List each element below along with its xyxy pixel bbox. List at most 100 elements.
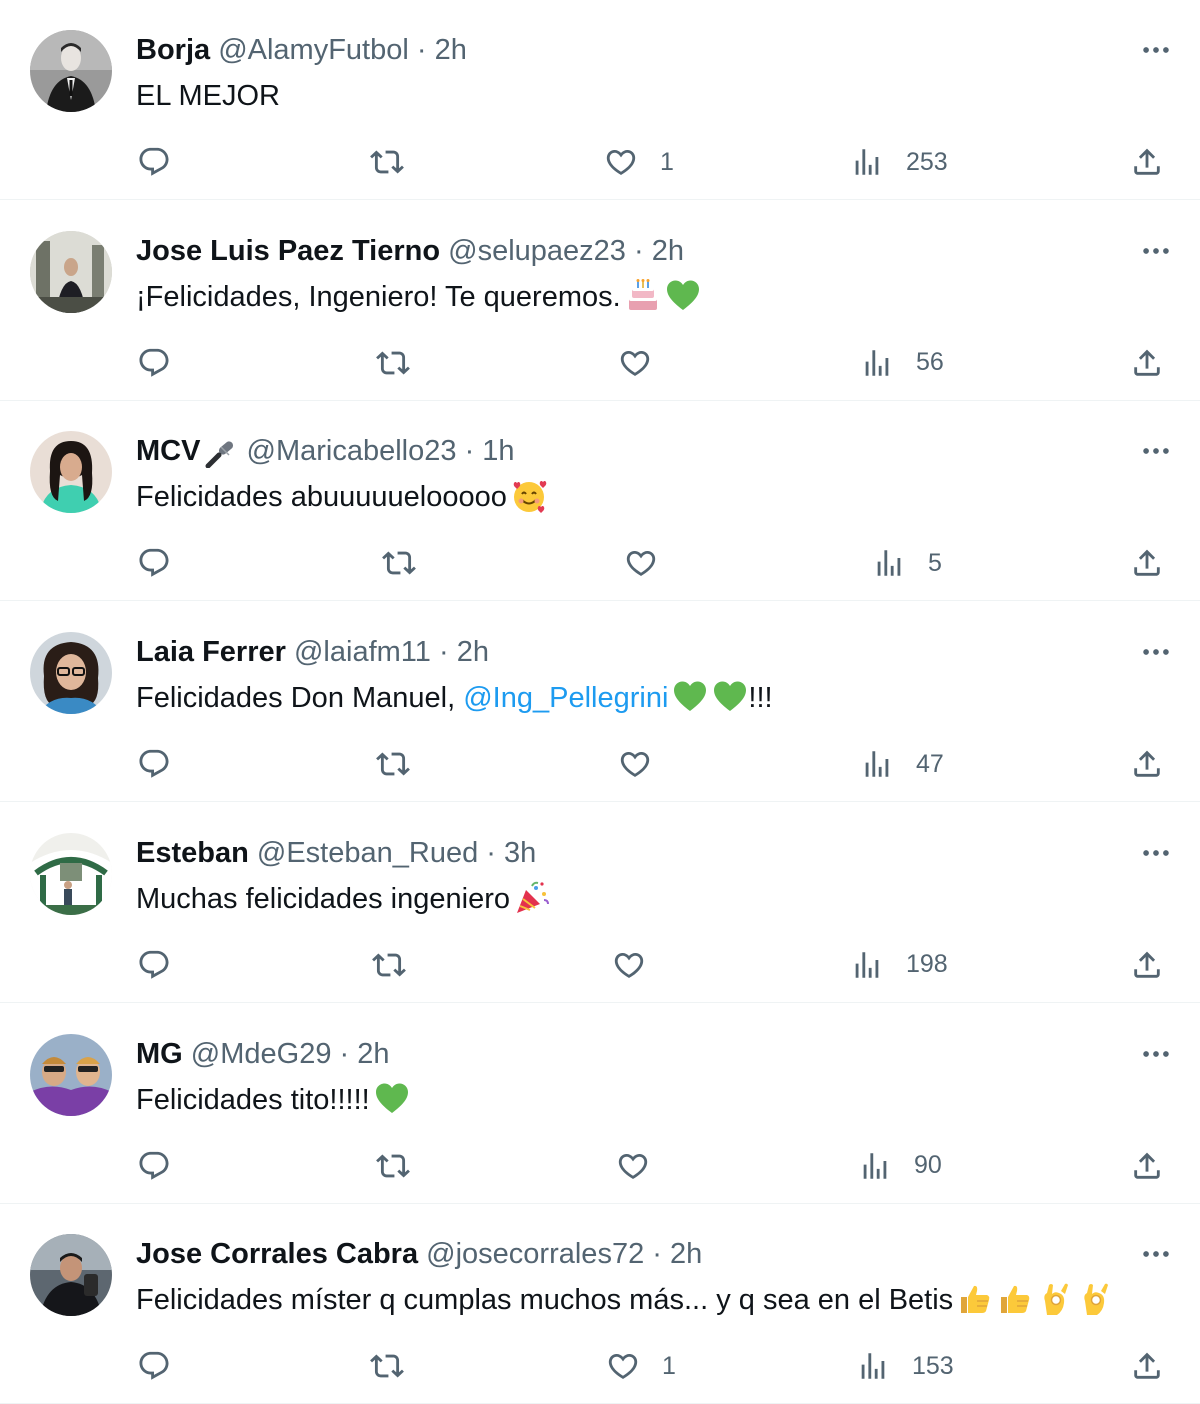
retweet-button[interactable] (382, 539, 416, 587)
display-name[interactable]: MCV (136, 435, 200, 467)
green-heart-emoji (665, 278, 701, 314)
timestamp[interactable]: 3h (504, 837, 536, 869)
user-handle[interactable]: @laiafm11 (294, 636, 431, 668)
tweet[interactable]: Laia Ferrer @laiafm11 · 2h Felicidades D… (0, 602, 1200, 803)
views-button[interactable]: 5 (872, 539, 942, 587)
display-name[interactable]: Jose Corrales Cabra (136, 1238, 418, 1270)
avatar[interactable] (30, 832, 112, 915)
timestamp[interactable]: 2h (357, 1038, 389, 1070)
tweet[interactable]: Borja @AlamyFutbol · 2h EL MEJOR 1 253 (0, 0, 1200, 200)
share-button[interactable] (1130, 1342, 1164, 1390)
timestamp[interactable]: 1h (482, 435, 514, 467)
views-count: 56 (916, 348, 944, 377)
reply-button[interactable] (137, 1342, 171, 1390)
retweet-icon (370, 145, 404, 179)
display-name[interactable]: MG (136, 1038, 183, 1070)
microphone-icon (204, 438, 238, 469)
tweet-text-main: EL MEJOR (136, 80, 280, 112)
timestamp[interactable]: 2h (435, 34, 467, 66)
share-button[interactable] (1130, 740, 1164, 788)
user-handle[interactable]: @josecorrales72 (426, 1238, 644, 1270)
share-button[interactable] (1130, 138, 1164, 186)
display-name[interactable]: Esteban (136, 837, 249, 869)
timestamp[interactable]: 2h (457, 636, 489, 668)
views-button[interactable]: 153 (856, 1342, 954, 1390)
avatar[interactable] (30, 1234, 112, 1317)
views-button[interactable]: 90 (858, 1142, 942, 1190)
reply-button[interactable] (137, 539, 171, 587)
tweet-header: Esteban @Esteban_Rued · 3h (136, 833, 536, 873)
reply-button[interactable] (137, 1142, 171, 1190)
tweet-header: Jose Corrales Cabra @josecorrales72 · 2h (136, 1234, 702, 1274)
user-handle[interactable]: @Esteban_Rued (257, 837, 478, 869)
views-count: 198 (906, 950, 948, 979)
tweet-header: Jose Luis Paez Tierno @selupaez23 · 2h (136, 231, 684, 271)
tweet[interactable]: MCV @Maricabello23 · 1h Felicidades abuu… (0, 401, 1200, 602)
more-options-button[interactable] (1128, 833, 1184, 873)
retweet-button[interactable] (376, 1142, 410, 1190)
retweet-button[interactable] (376, 339, 410, 387)
like-button[interactable] (618, 339, 652, 387)
like-button[interactable]: 1 (604, 138, 674, 186)
retweet-icon (376, 1149, 410, 1183)
timestamp[interactable]: 2h (670, 1238, 702, 1270)
mention-link[interactable]: @Ing_Pellegrini (463, 682, 668, 714)
user-handle[interactable]: @Maricabello23 (247, 435, 457, 467)
avatar[interactable] (30, 632, 112, 715)
tweet-header: MG @MdeG29 · 2h (136, 1034, 390, 1074)
views-button[interactable]: 198 (850, 941, 948, 989)
more-options-button[interactable] (1128, 1034, 1184, 1074)
views-icon (860, 346, 894, 380)
ok-hand-emoji (1037, 1281, 1073, 1317)
avatar[interactable] (30, 30, 112, 112)
retweet-button[interactable] (376, 740, 410, 788)
retweet-button[interactable] (370, 138, 404, 186)
more-icon (1139, 1237, 1173, 1271)
share-button[interactable] (1130, 339, 1164, 387)
reply-icon (137, 346, 171, 380)
reply-button[interactable] (137, 339, 171, 387)
like-button[interactable] (618, 740, 652, 788)
more-options-button[interactable] (1128, 431, 1184, 471)
share-button[interactable] (1130, 941, 1164, 989)
views-button[interactable]: 56 (860, 339, 944, 387)
heart-icon (616, 1149, 650, 1183)
retweet-button[interactable] (372, 941, 406, 989)
display-name[interactable]: Borja (136, 34, 210, 66)
views-count: 253 (906, 147, 948, 176)
display-name[interactable]: Jose Luis Paez Tierno (136, 235, 440, 267)
views-button[interactable]: 253 (850, 138, 948, 186)
like-button[interactable] (612, 941, 646, 989)
retweet-icon (376, 346, 410, 380)
share-button[interactable] (1130, 539, 1164, 587)
timestamp[interactable]: 2h (652, 235, 684, 267)
retweet-button[interactable] (370, 1342, 404, 1390)
like-button[interactable]: 1 (606, 1342, 676, 1390)
avatar[interactable] (30, 230, 112, 313)
more-options-button[interactable] (1128, 1234, 1184, 1274)
thumbs-up-emoji (997, 1281, 1033, 1317)
tweet[interactable]: Esteban @Esteban_Rued · 3h Muchas felici… (0, 803, 1200, 1003)
views-button[interactable]: 47 (860, 740, 944, 788)
user-handle[interactable]: @AlamyFutbol (218, 34, 409, 66)
reply-button[interactable] (137, 941, 171, 989)
avatar[interactable] (30, 431, 112, 514)
more-icon (1139, 635, 1173, 669)
like-button[interactable] (616, 1142, 650, 1190)
reply-button[interactable] (137, 740, 171, 788)
tweet[interactable]: MG @MdeG29 · 2h Felicidades tito!!!!! 90 (0, 1004, 1200, 1204)
avatar[interactable] (30, 1033, 112, 1116)
separator-dot: · (486, 836, 496, 869)
like-button[interactable] (624, 539, 658, 587)
more-options-button[interactable] (1128, 30, 1184, 70)
user-handle[interactable]: @selupaez23 (448, 235, 626, 267)
reply-button[interactable] (137, 138, 171, 186)
views-icon (858, 1149, 892, 1183)
more-options-button[interactable] (1128, 632, 1184, 672)
tweet[interactable]: Jose Luis Paez Tierno @selupaez23 · 2h ¡… (0, 201, 1200, 401)
display-name[interactable]: Laia Ferrer (136, 636, 286, 668)
user-handle[interactable]: @MdeG29 (191, 1038, 332, 1070)
tweet[interactable]: Jose Corrales Cabra @josecorrales72 · 2h… (0, 1204, 1200, 1404)
more-options-button[interactable] (1128, 231, 1184, 271)
share-button[interactable] (1130, 1142, 1164, 1190)
